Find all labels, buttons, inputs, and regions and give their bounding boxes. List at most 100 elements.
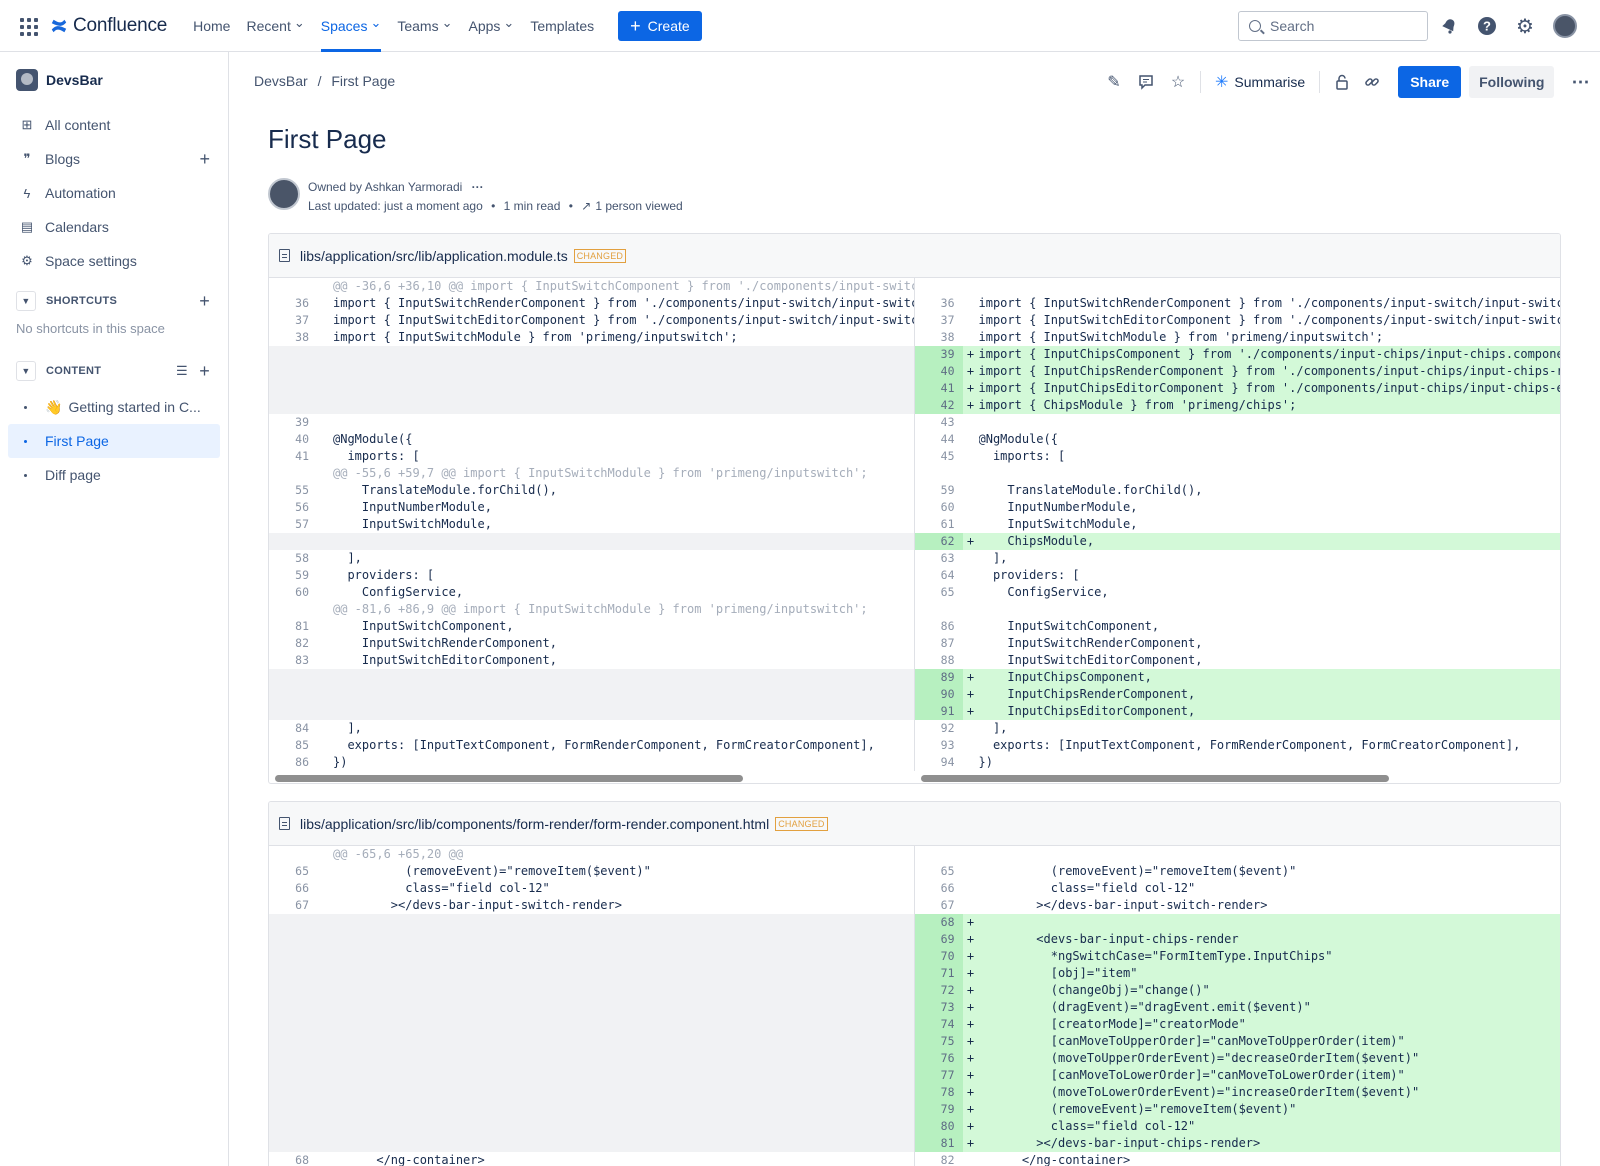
search-input[interactable]: Search — [1238, 11, 1428, 41]
diff-marker — [963, 448, 979, 465]
add-blog-button[interactable]: + — [199, 149, 210, 170]
diff-line: 45 imports: [ — [915, 448, 1561, 465]
scrollbar-thumb-left[interactable] — [275, 775, 743, 782]
plus-marker: + — [966, 1068, 975, 1082]
filter-icon[interactable]: ☰ — [176, 363, 188, 379]
line-number: 73 — [914, 999, 963, 1016]
code-text: ConfigService, — [978, 585, 1109, 599]
following-button[interactable]: Following — [1469, 66, 1555, 98]
nav-item-label: Templates — [530, 17, 595, 34]
diff-empty-line — [269, 999, 914, 1016]
app-switcher-icon[interactable] — [18, 16, 38, 36]
edit-pencil-icon[interactable]: ✎ — [1100, 68, 1128, 96]
diff-line: 63 ], — [915, 550, 1561, 567]
tree-item[interactable]: Diff page — [8, 458, 220, 492]
breadcrumb-page-link[interactable]: First Page — [331, 73, 395, 89]
diff-line: 36 import { InputSwitchRenderComponent } … — [915, 295, 1560, 312]
diff-added-line: 42 + import { ChipsModule } from 'primeng/… — [914, 397, 1560, 414]
diff-empty-line — [269, 1118, 914, 1135]
link-icon[interactable] — [1358, 68, 1386, 96]
diff-marker — [963, 754, 979, 771]
line-number: 93 — [940, 738, 955, 752]
help-icon[interactable]: ? — [1476, 15, 1498, 37]
share-label: Share — [1410, 74, 1450, 90]
diff-empty-line — [269, 669, 914, 686]
line-number: 40 — [914, 363, 963, 380]
diff-line: 85 exports: [InputTextComponent, FormRen… — [269, 737, 914, 754]
code-text: providers: [ — [333, 568, 435, 582]
shortcuts-heading: SHORTCUTS — [46, 295, 118, 307]
bullet-icon — [24, 405, 27, 409]
diff-line: 65 (removeEvent)="removeItem($event)" — [269, 863, 914, 880]
more-options-icon[interactable]: ⋯ — [1566, 68, 1594, 96]
owner-avatar[interactable] — [268, 178, 300, 210]
line-number: 39 — [295, 415, 309, 429]
sidebar-item-automation[interactable]: ϟ Automation — [0, 176, 228, 210]
nav-item-apps[interactable]: Apps ⌄ — [461, 0, 523, 52]
chevron-down-icon: ⌄ — [503, 14, 515, 30]
diff-marker — [317, 601, 333, 618]
lock-icon[interactable] — [1328, 68, 1356, 96]
owner-text[interactable]: Owned by Ashkan Yarmoradi — [308, 180, 462, 194]
diff-marker — [317, 931, 333, 948]
nav-item-templates[interactable]: Templates — [522, 0, 602, 52]
diff-marker — [963, 863, 979, 880]
settings-icon[interactable]: ⚙ — [1514, 15, 1536, 38]
sidebar-item-space-settings[interactable]: ⚙ Space settings — [0, 244, 228, 278]
diff-line: 94}) — [915, 754, 1561, 771]
sidebar-item-blogs[interactable]: ❞ Blogs + — [0, 142, 228, 176]
summarise-button[interactable]: ✳ Summarise — [1209, 72, 1311, 92]
confluence-logo[interactable]: Confluence — [50, 15, 167, 37]
add-content-button[interactable]: + — [199, 361, 210, 382]
sidebar-item-label: Blogs — [45, 151, 81, 167]
plus-marker: + — [966, 398, 975, 412]
code-text: providers: [ — [978, 568, 1080, 582]
chevron-down-icon[interactable]: ▼ — [16, 361, 36, 381]
sidebar-item-all-content[interactable]: ⊞ All content — [0, 108, 228, 142]
chevron-down-icon[interactable]: ▼ — [16, 291, 36, 311]
scrollbar-thumb-right[interactable] — [920, 775, 1389, 782]
code-text: InputSwitchRenderComponent, — [333, 636, 557, 650]
diff-marker — [963, 550, 979, 567]
code-text: InputSwitchEditorComponent, — [333, 653, 557, 667]
diff-line: 87 InputSwitchRenderComponent, — [915, 635, 1561, 652]
sidebar-item-calendars[interactable]: ▤ Calendars — [0, 210, 228, 244]
create-button[interactable]: + Create — [618, 10, 702, 41]
code-text: ], — [333, 721, 362, 735]
user-avatar[interactable] — [1553, 14, 1577, 38]
diff-line: 38 import { InputSwitchModule } from 'pri… — [915, 329, 1561, 346]
code-text: import { ChipsModule } from 'primeng/chi… — [978, 398, 1297, 412]
more-icon[interactable]: ··· — [472, 180, 484, 194]
line-number: 87 — [940, 636, 955, 650]
nav-item-recent[interactable]: Recent ⌄ — [238, 0, 312, 52]
comment-icon[interactable] — [1132, 68, 1160, 96]
plus-marker: + — [966, 1051, 975, 1065]
notifications-icon[interactable] — [1438, 15, 1460, 37]
diff-line: 86 InputSwitchComponent, — [915, 618, 1561, 635]
nav-item-teams[interactable]: Teams ⌄ — [389, 0, 460, 52]
line-number: 60 — [940, 500, 955, 514]
line-number — [269, 346, 317, 363]
line-number: 63 — [940, 551, 955, 565]
breadcrumb-space-link[interactable]: DevsBar — [254, 73, 308, 89]
diff-marker — [317, 1067, 333, 1084]
diff-line: 55 TranslateModule.forChild(), — [269, 482, 914, 499]
star-icon[interactable]: ☆ — [1164, 68, 1192, 96]
view-count[interactable]: 1 person viewed — [595, 199, 682, 213]
space-header[interactable]: DevsBar — [0, 52, 228, 108]
tree-item[interactable]: 👋 Getting started in C... — [8, 390, 220, 424]
plus-marker: + — [966, 1085, 975, 1099]
add-shortcut-button[interactable]: + — [199, 291, 210, 312]
nav-item-home[interactable]: Home — [185, 0, 238, 52]
diff-marker — [317, 1050, 333, 1067]
code-text: </ng-container> — [333, 1153, 485, 1166]
diff-marker — [963, 584, 979, 601]
tree-item[interactable]: First Page — [8, 424, 220, 458]
share-button[interactable]: Share — [1398, 66, 1462, 98]
line-number — [269, 703, 317, 720]
nav-item-spaces[interactable]: Spaces ⌄ — [313, 0, 390, 52]
